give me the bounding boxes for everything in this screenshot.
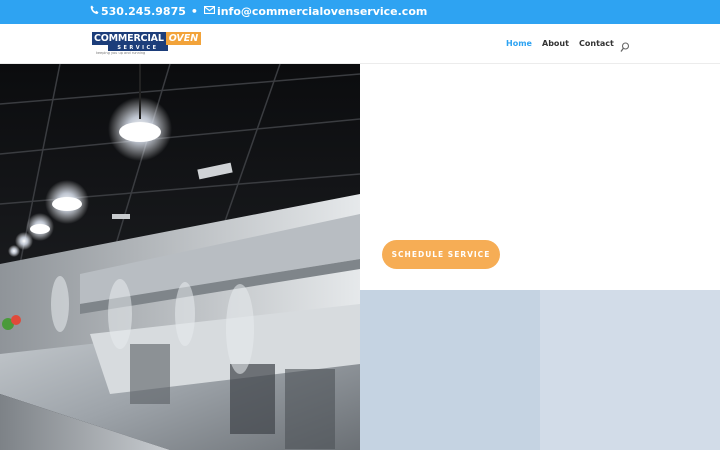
logo-tagline: keeping you up and running xyxy=(96,51,146,55)
phone-number[interactable]: 530.245.9875 xyxy=(101,5,186,18)
nav-item-contact[interactable]: Contact xyxy=(579,39,614,48)
contact-info: 530.245.9875 • info@commercialovenservic… xyxy=(90,5,427,18)
email-link[interactable]: info@commercialovenservice.com xyxy=(217,5,427,18)
site-header: COMMERCIAL OVEN SERVICE keeping you up a… xyxy=(0,24,720,64)
nav-item-home[interactable]: Home xyxy=(506,39,532,48)
top-contact-bar: 530.245.9875 • info@commercialovenservic… xyxy=(0,0,720,24)
separator-bullet: • xyxy=(190,5,198,18)
envelope-icon xyxy=(203,5,216,17)
site-logo[interactable]: COMMERCIAL OVEN SERVICE keeping you up a… xyxy=(92,32,202,56)
feature-block-right xyxy=(540,290,720,450)
schedule-service-button[interactable]: SCHEDULE SERVICE xyxy=(382,240,500,269)
search-icon[interactable] xyxy=(620,38,630,52)
logo-word-commercial: COMMERCIAL xyxy=(92,32,166,45)
hero-kitchen-image xyxy=(0,64,360,450)
nav-item-about[interactable]: About xyxy=(542,39,569,48)
logo-word-oven: OVEN xyxy=(165,32,202,45)
feature-block-left xyxy=(360,290,540,450)
phone-icon xyxy=(90,5,99,18)
